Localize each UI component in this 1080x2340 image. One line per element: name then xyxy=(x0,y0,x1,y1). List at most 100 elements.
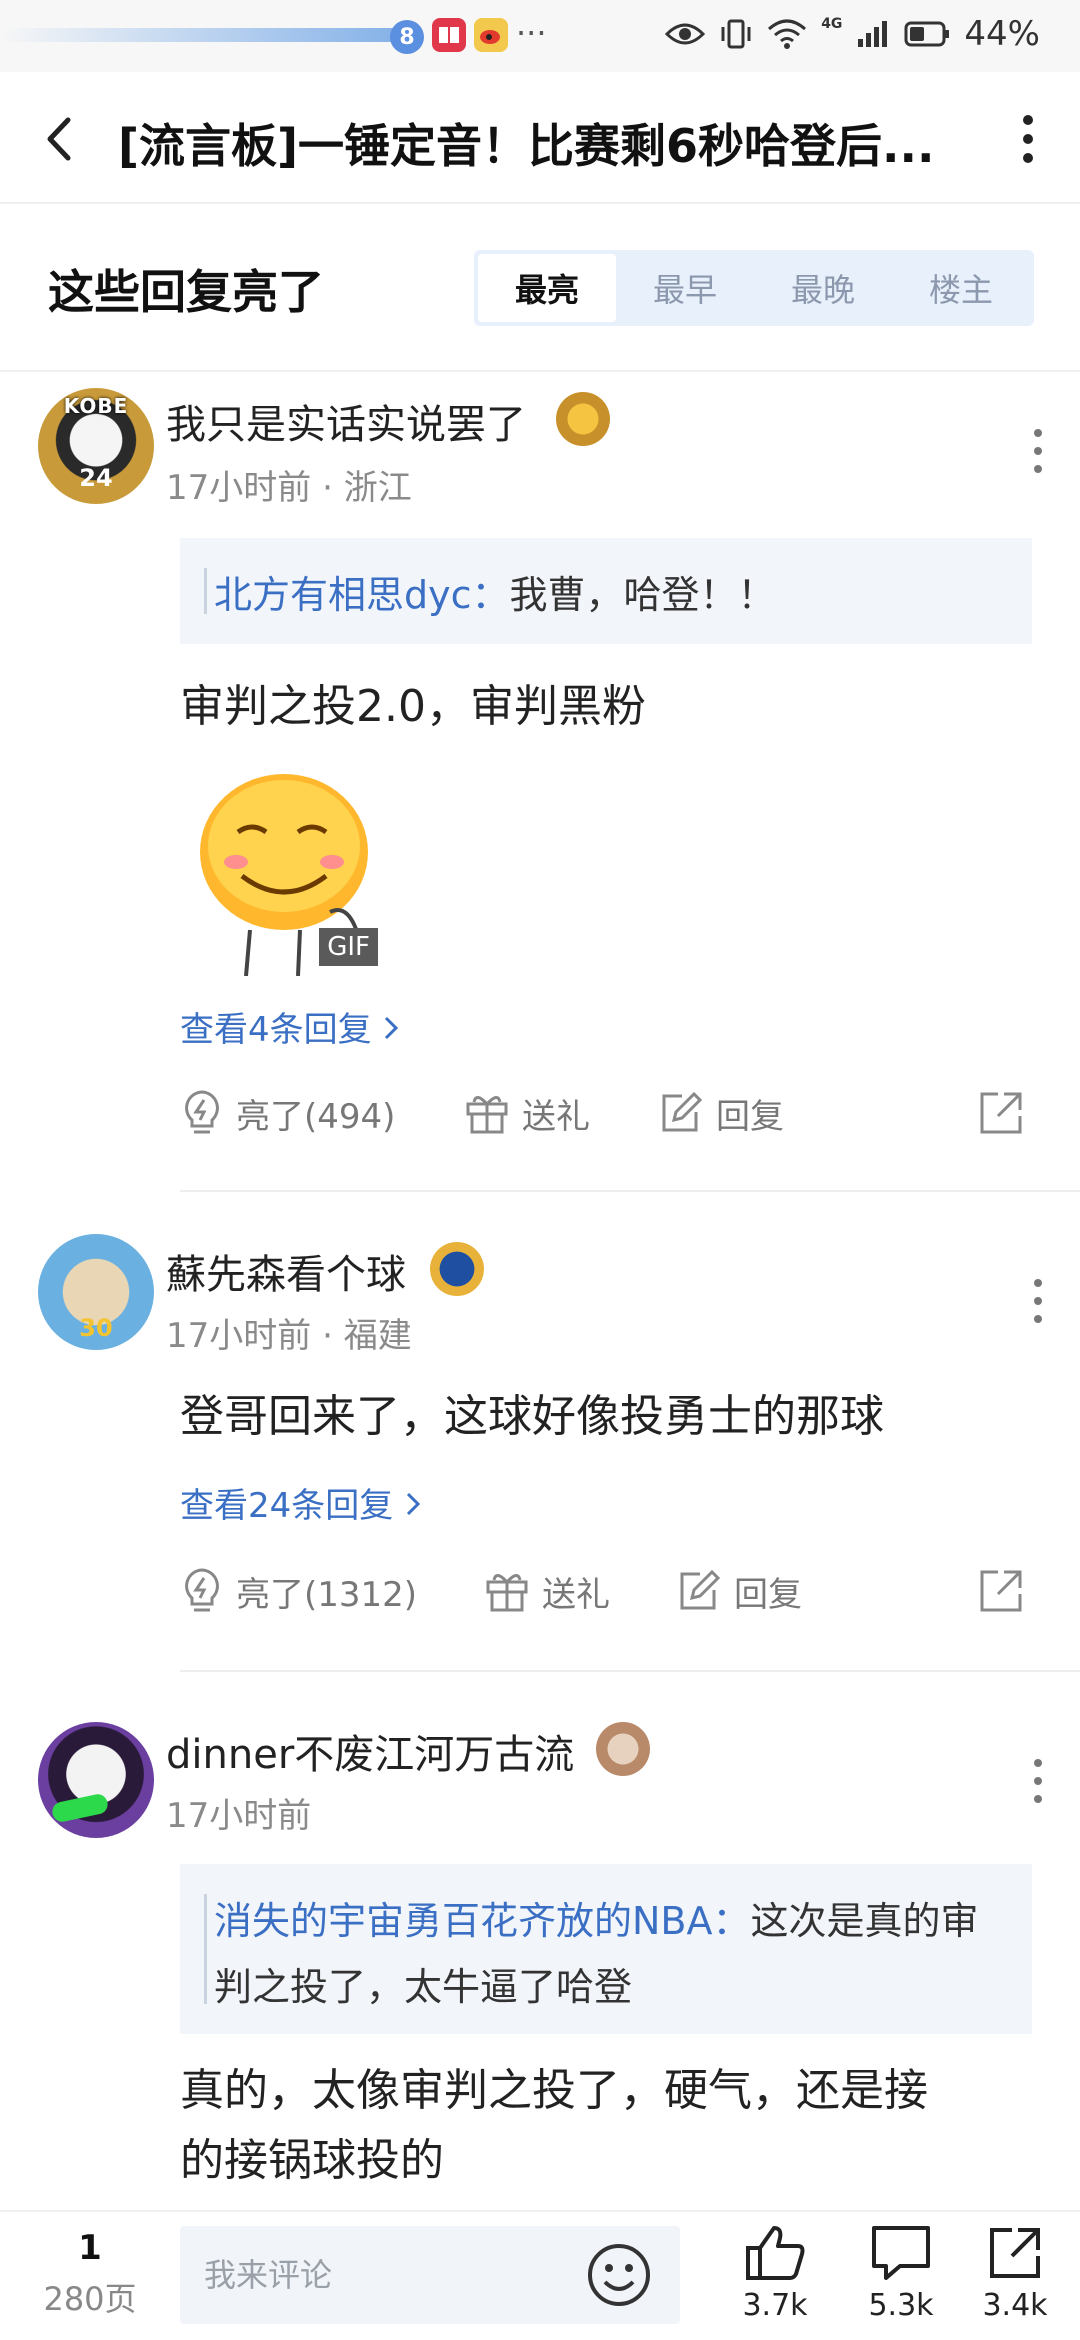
share-post-button[interactable]: 3.4k xyxy=(970,2224,1060,2323)
comment-input[interactable] xyxy=(204,2252,564,2298)
quoted-reply[interactable]: 北方有相思dyc：我曹，哈登！！ xyxy=(180,538,1032,644)
section-title: 这些回复亮了 xyxy=(48,265,324,319)
chevron-left-icon xyxy=(47,117,71,161)
comment-text: 审判之投2.0，审判黑粉 xyxy=(180,681,646,732)
edit-icon xyxy=(662,1091,703,1132)
avatar-number: 24 xyxy=(79,464,113,492)
share-button[interactable] xyxy=(976,1078,1026,1148)
tab-author-only[interactable]: 楼主 xyxy=(892,254,1030,322)
comment-meta: 17小时前 xyxy=(166,1788,311,1837)
page-title: [流言板]一锤定音！比赛剩6秒哈登后... xyxy=(118,119,935,173)
quoted-username[interactable]: 北方有相思dyc： xyxy=(214,573,510,617)
share-button[interactable] xyxy=(976,1556,1026,1626)
more-notifications-icon: ··· xyxy=(516,14,547,52)
username[interactable]: 蘇先森看个球 xyxy=(166,1242,406,1300)
like-post-button[interactable]: 3.7k xyxy=(730,2224,820,2323)
comment-item: dinner不废江河万古流 17小时前 消失的宇宙勇百花齐放的NBA：这次是真的… xyxy=(0,1672,1080,2210)
page-current[interactable]: 1 xyxy=(40,2228,140,2268)
news-app-icon xyxy=(432,18,466,52)
lightbulb-icon xyxy=(185,1090,219,1134)
comment-item: KOBE 24 我只是实话实说罢了 17小时前 · 浙江 北方有相思dyc：我曹… xyxy=(0,372,1080,1192)
quoted-reply[interactable]: 消失的宇宙勇百花齐放的NBA：这次是真的审判之投了，太牛逼了哈登 xyxy=(180,1864,1032,2034)
like-button[interactable]: 亮了(1312) xyxy=(180,1556,417,1626)
status-bar: 8 ··· 4G 44% xyxy=(0,0,1080,72)
reply-button[interactable]: 回复 xyxy=(676,1556,802,1626)
back-button[interactable] xyxy=(40,114,80,164)
gift-label: 送礼 xyxy=(522,1096,590,1137)
share-icon xyxy=(980,1570,1022,1612)
comment-text: 登哥回来了，这球好像投勇士的那球 xyxy=(180,1391,884,1442)
username[interactable]: 我只是实话实说罢了 xyxy=(166,392,526,450)
comment-text-line: 真的，太像审判之投了，硬气，还是接 xyxy=(180,2065,928,2116)
user-level-badge-icon xyxy=(596,1722,650,1776)
comment-actions: 亮了(494) 送礼 回复 xyxy=(180,1078,1040,1148)
comments-button[interactable]: 5.3k xyxy=(856,2224,946,2323)
gift-button[interactable]: 送礼 xyxy=(464,1078,590,1148)
comment-text: 真的，太像审判之投了，硬气，还是接 的接锅球投的 xyxy=(180,2056,1040,2196)
gift-button[interactable]: 送礼 xyxy=(484,1556,610,1626)
avatar[interactable] xyxy=(38,1722,154,1838)
comment-more-button[interactable] xyxy=(1032,1756,1044,1806)
reply-button[interactable]: 回复 xyxy=(658,1078,784,1148)
view-replies-text: 查看4条回复 xyxy=(180,1010,372,1050)
emoji-button[interactable] xyxy=(586,2242,652,2308)
notification-badge: 8 xyxy=(390,20,424,54)
reply-label: 回复 xyxy=(716,1096,784,1137)
gift-icon xyxy=(486,1574,528,1612)
more-options-button[interactable] xyxy=(1016,112,1040,166)
comment-text-line: 的接锅球投的 xyxy=(180,2135,444,2186)
comment-time: 17小时前 xyxy=(166,468,312,508)
gift-label: 送礼 xyxy=(542,1574,610,1615)
quoted-username[interactable]: 消失的宇宙勇百花齐放的NBA： xyxy=(214,1899,751,1943)
avatar-badge-icon xyxy=(50,1792,110,1824)
wifi-icon xyxy=(767,19,807,49)
comment-meta: 17小时前 · 浙江 xyxy=(166,468,412,508)
view-replies-link[interactable]: 查看24条回复 xyxy=(180,1478,422,1527)
comment-location: 浙江 xyxy=(343,468,412,508)
tab-hottest[interactable]: 最亮 xyxy=(478,254,616,322)
view-replies-text: 查看24条回复 xyxy=(180,1486,394,1526)
avatar[interactable]: 30 xyxy=(38,1234,154,1350)
page-total[interactable]: 280页 xyxy=(40,2274,140,2320)
reply-label: 回复 xyxy=(734,1574,802,1615)
user-level-badge-icon xyxy=(430,1242,484,1296)
gif-label: GIF xyxy=(319,928,378,966)
view-replies-link[interactable]: 查看4条回复 xyxy=(180,1002,400,1051)
comment-item: 30 蘇先森看个球 17小时前 · 福建 登哥回来了，这球好像投勇士的那球 查看… xyxy=(0,1192,1080,1672)
comment-input-box[interactable] xyxy=(180,2226,680,2324)
more-vertical-icon xyxy=(1023,115,1033,163)
gif-sticker[interactable]: GIF xyxy=(180,752,388,977)
chevron-right-icon xyxy=(407,1492,421,1516)
like-count: 亮了(494) xyxy=(236,1096,396,1137)
comment-more-button[interactable] xyxy=(1032,426,1044,476)
comment-more-button[interactable] xyxy=(1032,1276,1044,1326)
like-button[interactable]: 亮了(494) xyxy=(180,1078,395,1148)
thumbs-up-icon xyxy=(746,2226,805,2280)
edit-icon xyxy=(680,1569,721,1610)
bottom-action-bar: 1 280页 3.7k 5.3k 3.4k xyxy=(0,2210,1080,2340)
comment-bubble-icon xyxy=(872,2226,930,2280)
more-vertical-icon xyxy=(1034,429,1042,473)
signal-icon xyxy=(856,19,890,49)
avatar[interactable]: KOBE 24 xyxy=(38,388,154,504)
tab-latest[interactable]: 最晚 xyxy=(754,254,892,322)
user-level-badge-icon xyxy=(556,392,610,446)
battery-icon xyxy=(904,20,950,48)
sort-tabs: 最亮 最早 最晚 楼主 xyxy=(474,250,1034,326)
comment-time: 17小时前 xyxy=(166,1796,312,1836)
more-vertical-icon xyxy=(1034,1279,1042,1323)
quoted-text: 我曹，哈登！！ xyxy=(509,573,776,617)
highlighted-replies-section: 这些回复亮了 最亮 最早 最晚 楼主 xyxy=(0,204,1080,372)
shares-count: 3.4k xyxy=(982,2288,1048,2323)
lightbulb-icon xyxy=(185,1568,219,1612)
vibrate-icon xyxy=(719,17,753,51)
smiley-icon xyxy=(588,2244,650,2306)
username[interactable]: dinner不废江河万古流 xyxy=(166,1722,574,1780)
comment-meta: 17小时前 · 福建 xyxy=(166,1316,412,1356)
comment-time: 17小时前 xyxy=(166,1316,312,1356)
top-navigation-bar: [流言板]一锤定音！比赛剩6秒哈登后... xyxy=(0,72,1080,204)
comment-location: 福建 xyxy=(343,1316,412,1356)
battery-percent: 44% xyxy=(964,14,1040,54)
tab-earliest[interactable]: 最早 xyxy=(616,254,754,322)
status-progress-line xyxy=(0,28,400,42)
